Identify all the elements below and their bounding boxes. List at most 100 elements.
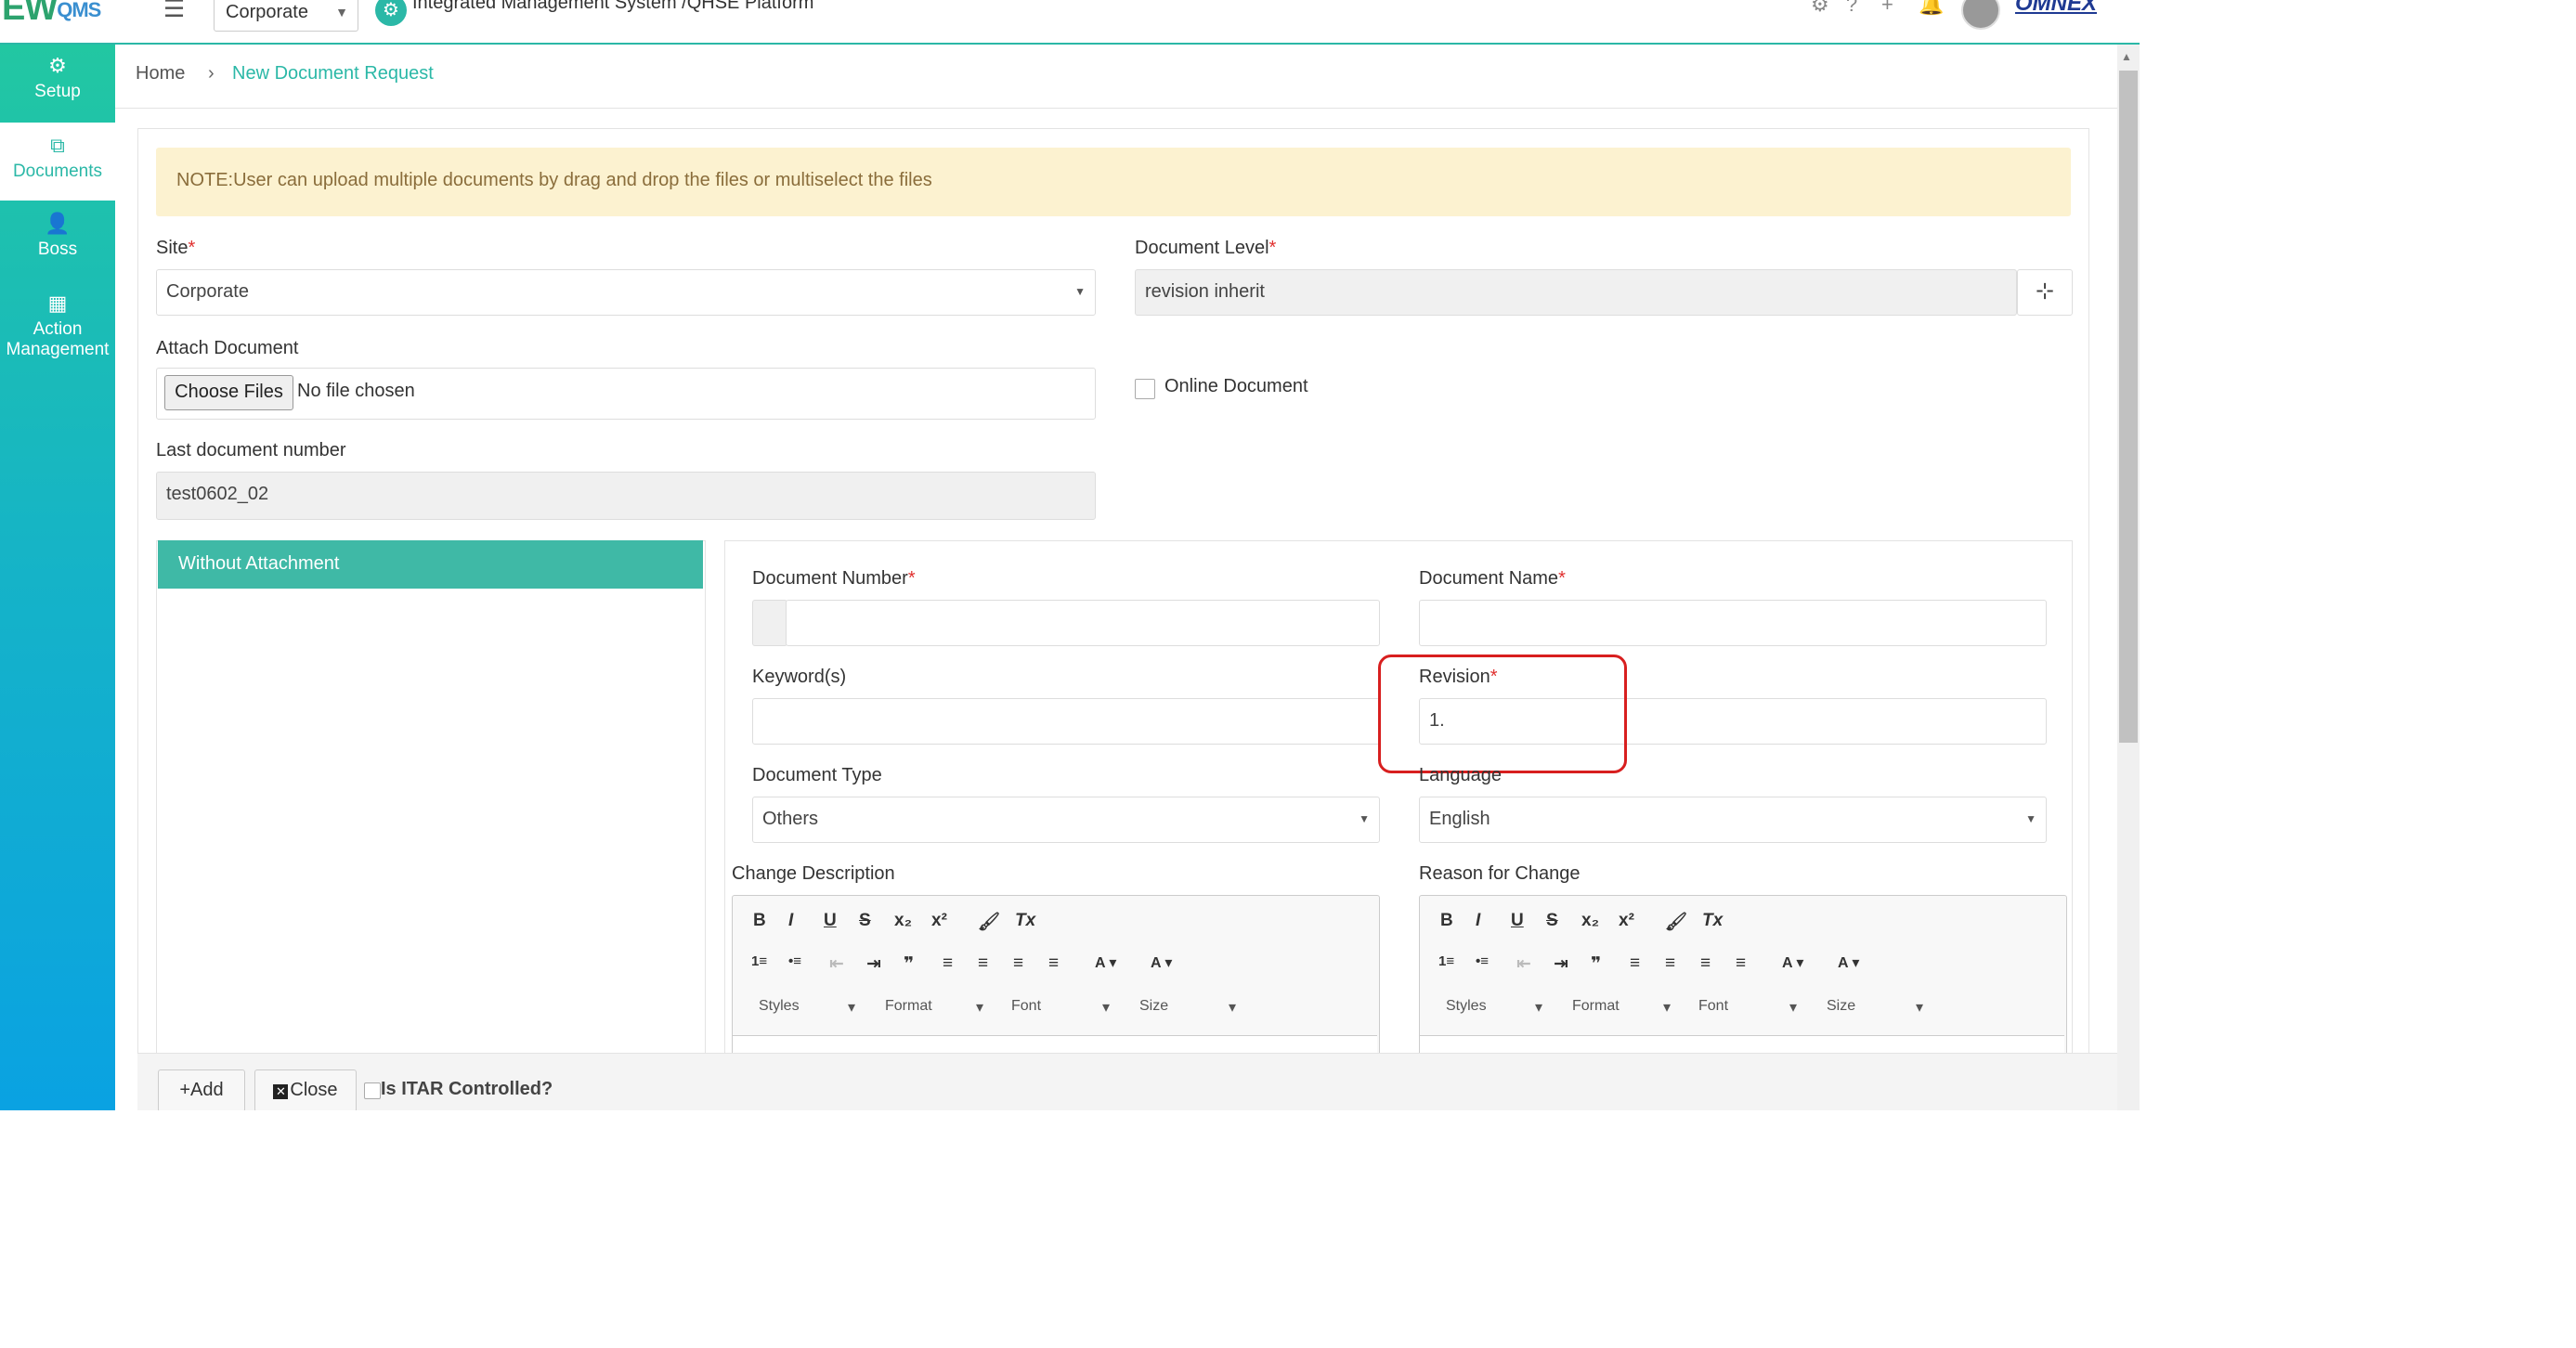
avatar[interactable] bbox=[1961, 0, 2000, 30]
ordered-list-icon[interactable]: 1≡ bbox=[1438, 953, 1454, 969]
online-document-checkbox[interactable] bbox=[1135, 379, 1155, 399]
bullet-list-icon[interactable]: •≡ bbox=[788, 953, 801, 969]
last-document-number-label: Last document number bbox=[156, 440, 346, 460]
document-number-prefix bbox=[752, 600, 787, 646]
styles-select[interactable]: Styles bbox=[759, 998, 800, 1015]
reason-for-change-editor[interactable]: B I U S x₂ x² 🖌 Tx 1≡ •≡ ⇤ ⇥ ❞ ≡ ≡ ≡ ≡ A… bbox=[1419, 895, 2067, 1073]
sidebar-item-action-management[interactable]: ▦ Action Management bbox=[0, 292, 115, 375]
justify-icon[interactable]: ≡ bbox=[1048, 953, 1059, 974]
without-attachment-tab[interactable]: Without Attachment bbox=[158, 540, 703, 589]
breadcrumb-home[interactable]: Home bbox=[136, 63, 185, 84]
underline-button[interactable]: U bbox=[824, 911, 837, 931]
italic-button[interactable]: I bbox=[1476, 911, 1480, 931]
font-caret-icon[interactable]: ▾ bbox=[1102, 998, 1110, 1017]
strike-button[interactable]: S bbox=[859, 911, 871, 931]
format-caret-icon[interactable]: ▾ bbox=[1663, 998, 1671, 1017]
site-label: Site* bbox=[156, 238, 196, 258]
size-select[interactable]: Size bbox=[1827, 998, 1855, 1015]
scroll-up-icon[interactable]: ▲ bbox=[2121, 50, 2132, 63]
subscript-button[interactable]: x₂ bbox=[894, 911, 912, 931]
bullet-list-icon[interactable]: •≡ bbox=[1476, 953, 1489, 969]
attach-document-label: Attach Document bbox=[156, 338, 299, 358]
blockquote-icon[interactable]: ❞ bbox=[1591, 953, 1601, 975]
blockquote-icon[interactable]: ❞ bbox=[904, 953, 914, 975]
brush-icon[interactable]: 🖌 bbox=[1665, 911, 1687, 933]
align-center-icon[interactable]: ≡ bbox=[1665, 953, 1675, 974]
document-level-field[interactable]: revision inherit bbox=[1135, 269, 2017, 316]
styles-select[interactable]: Styles bbox=[1446, 998, 1487, 1015]
app-title: Integrated Management System /QHSE Platf… bbox=[412, 0, 814, 13]
indent-icon[interactable]: ⇥ bbox=[866, 953, 881, 975]
clear-format-icon[interactable]: Tx bbox=[1702, 911, 1723, 931]
document-type-dropdown[interactable]: Others ▼ bbox=[752, 797, 1380, 843]
scrollbar-thumb[interactable] bbox=[2119, 71, 2138, 743]
clear-format-icon[interactable]: Tx bbox=[1015, 911, 1035, 931]
language-dropdown[interactable]: English ▼ bbox=[1419, 797, 2047, 843]
font-select[interactable]: Font bbox=[1698, 998, 1728, 1015]
add-button[interactable]: +Add bbox=[158, 1069, 245, 1110]
document-number-input[interactable] bbox=[786, 600, 1380, 646]
format-select[interactable]: Format bbox=[1572, 998, 1620, 1015]
site-dropdown[interactable]: Corporate ▼ bbox=[156, 269, 1096, 316]
italic-button[interactable]: I bbox=[788, 911, 793, 931]
brush-icon[interactable]: 🖌 bbox=[978, 911, 1000, 933]
outdent-icon[interactable]: ⇤ bbox=[829, 953, 844, 975]
help-icon[interactable]: ? bbox=[1846, 0, 1857, 17]
no-file-text: No file chosen bbox=[297, 381, 415, 401]
keywords-input[interactable] bbox=[752, 698, 1380, 745]
choose-files-button[interactable]: Choose Files bbox=[164, 375, 293, 410]
superscript-button[interactable]: x² bbox=[931, 911, 947, 931]
superscript-button[interactable]: x² bbox=[1619, 911, 1634, 931]
settings-badge-icon: ⚙ bbox=[375, 0, 407, 26]
bg-color-icon[interactable]: A ▾ bbox=[1151, 953, 1172, 972]
text-color-icon[interactable]: A ▾ bbox=[1095, 953, 1116, 972]
align-right-icon[interactable]: ≡ bbox=[1700, 953, 1711, 974]
bell-icon[interactable]: 🔔 bbox=[1919, 0, 1944, 17]
indent-icon[interactable]: ⇥ bbox=[1554, 953, 1568, 975]
document-name-input[interactable] bbox=[1419, 600, 2047, 646]
subscript-button[interactable]: x₂ bbox=[1581, 911, 1599, 931]
text-color-icon[interactable]: A ▾ bbox=[1782, 953, 1803, 972]
format-caret-icon[interactable]: ▾ bbox=[976, 998, 983, 1017]
sidebar-item-label: Documents bbox=[12, 162, 103, 181]
size-caret-icon[interactable]: ▾ bbox=[1229, 998, 1236, 1017]
bold-button[interactable]: B bbox=[753, 911, 766, 931]
close-button[interactable]: ✕ Close bbox=[254, 1069, 357, 1110]
align-left-icon[interactable]: ≡ bbox=[1630, 953, 1640, 974]
sidebar-item-documents[interactable]: ⧉ Documents bbox=[0, 123, 115, 201]
styles-caret-icon[interactable]: ▾ bbox=[848, 998, 855, 1017]
format-select[interactable]: Format bbox=[885, 998, 932, 1015]
bg-color-icon[interactable]: A ▾ bbox=[1838, 953, 1859, 972]
sidebar: ⚙ Setup ⧉ Documents 👤 Boss ▦ Action Mana… bbox=[0, 45, 115, 1110]
hierarchy-icon[interactable]: ⊹ bbox=[2017, 269, 2073, 316]
app-logo[interactable]: EWQMS bbox=[2, 0, 101, 29]
plus-icon[interactable]: + bbox=[1881, 0, 1893, 17]
justify-icon[interactable]: ≡ bbox=[1736, 953, 1746, 974]
align-center-icon[interactable]: ≡ bbox=[978, 953, 988, 974]
size-select[interactable]: Size bbox=[1139, 998, 1168, 1015]
font-select[interactable]: Font bbox=[1011, 998, 1041, 1015]
top-header: EWQMS ☰ Corporate ▼ ⚙ Integrated Manageme… bbox=[0, 0, 2140, 45]
font-caret-icon[interactable]: ▾ bbox=[1789, 998, 1797, 1017]
brand-logo: OMNEX bbox=[2015, 0, 2098, 16]
app-window: EWQMS ☰ Corporate ▼ ⚙ Integrated Manageme… bbox=[0, 0, 2140, 1110]
size-caret-icon[interactable]: ▾ bbox=[1916, 998, 1923, 1017]
align-right-icon[interactable]: ≡ bbox=[1013, 953, 1023, 974]
itar-checkbox[interactable] bbox=[364, 1082, 381, 1099]
change-description-label: Change Description bbox=[732, 863, 895, 884]
keywords-label: Keyword(s) bbox=[752, 667, 847, 687]
bold-button[interactable]: B bbox=[1440, 911, 1453, 931]
styles-caret-icon[interactable]: ▾ bbox=[1535, 998, 1542, 1017]
align-left-icon[interactable]: ≡ bbox=[943, 953, 953, 974]
change-description-editor[interactable]: B I U S x₂ x² 🖌 Tx 1≡ •≡ ⇤ ⇥ ❞ ≡ ≡ ≡ ≡ A… bbox=[732, 895, 1380, 1073]
site-select[interactable]: Corporate ▼ bbox=[214, 0, 358, 32]
outdent-icon[interactable]: ⇤ bbox=[1516, 953, 1531, 975]
gear-icon[interactable]: ⚙ bbox=[1811, 0, 1829, 17]
strike-button[interactable]: S bbox=[1546, 911, 1558, 931]
underline-button[interactable]: U bbox=[1511, 911, 1524, 931]
menu-toggle-icon[interactable]: ☰ bbox=[163, 0, 185, 23]
last-document-number-field: test0602_02 bbox=[156, 472, 1096, 520]
ordered-list-icon[interactable]: 1≡ bbox=[751, 953, 767, 969]
sidebar-item-boss[interactable]: 👤 Boss bbox=[0, 212, 115, 277]
sidebar-item-setup[interactable]: ⚙ Setup bbox=[0, 54, 115, 119]
